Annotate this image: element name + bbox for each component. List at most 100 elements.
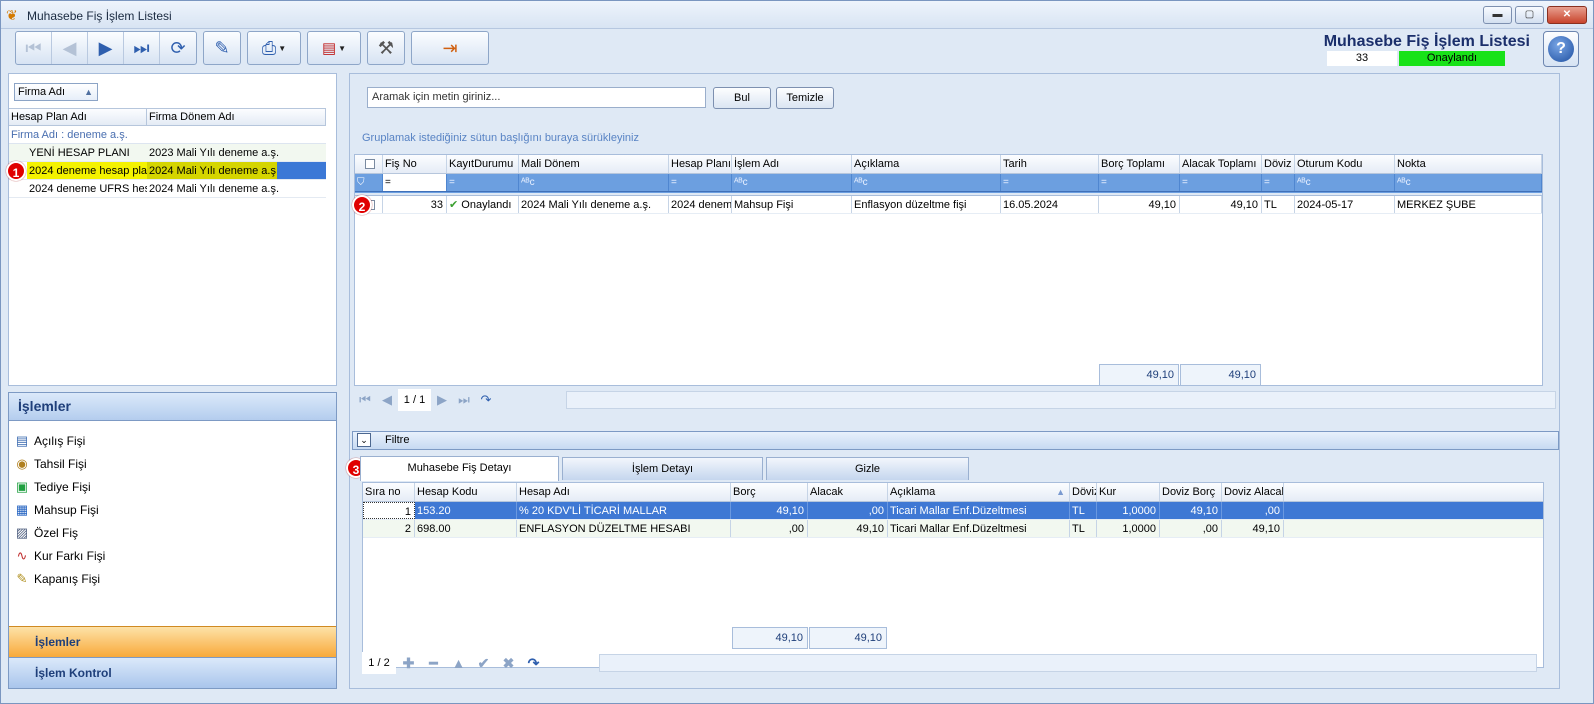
nav-item-collection[interactable]: ◉ Tahsil Fişi [9,452,336,475]
prev-page-icon[interactable]: ◀ [376,392,398,408]
last-record-button[interactable]: ⏭ [124,32,160,64]
help-button[interactable]: ? [1543,31,1579,67]
col-period-name[interactable]: Firma Dönem Adı [147,109,326,125]
exit-button[interactable]: ⇥ [412,32,488,64]
cancel-icon[interactable]: ✖ [496,655,521,672]
filter-cell[interactable]: = [1001,174,1099,191]
col-fiscal-period[interactable]: Mali Dönem [519,155,669,173]
prev-record-button[interactable]: ◀ [52,32,88,64]
confirm-icon[interactable]: ✔ [471,655,496,672]
window-title: Muhasebe Fiş İşlem Listesi [27,9,172,23]
next-page-icon[interactable]: ▶ [431,392,453,408]
vertical-splitter[interactable] [342,73,346,689]
table-row-selected[interactable]: 1 153.20 % 20 KDV'Lİ TİCARİ MALLAR 49,10… [363,502,1543,520]
col-account-name[interactable]: Hesap Adı [517,483,731,501]
cell-currency: TL [1262,196,1295,213]
col-plan-name[interactable]: Hesap Plan Adı [9,109,147,125]
minimize-button[interactable]: ▬ [1483,6,1512,24]
table-row[interactable]: 2 698.00 ENFLASYON DÜZELTME HESABI ,00 4… [363,520,1543,538]
cell-plan: 2024 denem [669,196,732,213]
filter-cell[interactable]: ᴬᴮc [1395,174,1542,191]
nav-item-special[interactable]: ▨ Özel Fiş [9,521,336,544]
filter-cell[interactable]: = [447,174,519,191]
operations-header: İşlemler [9,393,336,421]
filter-cell[interactable]: ᴬᴮc [519,174,669,191]
nav-item-exchange[interactable]: ∿ Kur Farkı Fişi [9,544,336,567]
tab-operation-detail[interactable]: İşlem Detayı [562,457,763,480]
col-currency[interactable]: Döviz [1070,483,1097,501]
remove-icon[interactable]: ━ [421,655,446,672]
nav-item-payment[interactable]: ▣ Tediye Fişi [9,475,336,498]
filter-cell[interactable]: ᴬᴮc [732,174,852,191]
tab-hide[interactable]: Gizle [766,457,969,480]
edit-icon: ✎ [214,37,230,58]
first-record-button[interactable]: ⏮ [16,32,52,64]
print-icon: ⎙ [261,37,277,58]
table-row-selected[interactable]: 2024 deneme hesap plan 2024 Mali Yılı de… [9,162,326,180]
col-seq[interactable]: Sıra no [363,483,415,501]
col-point[interactable]: Nokta [1395,155,1542,173]
horizontal-scrollbar[interactable] [566,391,1556,409]
search-input[interactable]: Aramak için metin giriniz... [367,87,706,108]
tab-operation-control[interactable]: İşlem Kontrol [9,657,336,688]
edit-button[interactable]: ✎ [204,32,240,64]
filter-cell[interactable]: ᴬᴮc [852,174,1001,191]
group-field-combo[interactable]: Firma Adı ▲ [14,83,98,101]
col-description[interactable]: Açıklama [852,155,1001,173]
maximize-button[interactable]: ▢ [1515,6,1544,24]
filter-cell[interactable]: = [1180,174,1262,191]
cell-credit: 49,10 [808,520,888,537]
nav-item-closing[interactable]: ✎ Kapanış Fişi [9,567,336,590]
tab-voucher-detail[interactable]: Muhasebe Fiş Detayı [360,456,559,481]
col-debit[interactable]: Borç [731,483,808,501]
col-voucher-no[interactable]: Fiş No [383,155,447,173]
expand-icon[interactable]: ⌄ [357,433,371,447]
filter-cell[interactable]: = [669,174,732,191]
print-button[interactable]: ⎙ ▼ [248,32,300,64]
refresh-button[interactable]: ⟳ [160,32,196,64]
filter-cell[interactable]: = [383,174,447,191]
clear-button[interactable]: Temizle [776,87,834,109]
find-button[interactable]: Bul [713,87,771,109]
select-all-checkbox[interactable] [355,155,383,173]
col-date[interactable]: Tarih [1001,155,1099,173]
settings-button[interactable]: ⚒ [368,32,404,64]
col-credit-total[interactable]: Alacak Toplamı [1180,155,1262,173]
group-row[interactable]: Firma Adı : deneme a.ş. [9,126,326,144]
refresh-icon[interactable]: ↷ [475,392,497,408]
col-credit[interactable]: Alacak [808,483,888,501]
filter-cell[interactable]: ᴬᴮc [1295,174,1395,191]
pdf-save-button[interactable]: ▤ ▼ [308,32,360,64]
next-record-button[interactable]: ▶ [88,32,124,64]
add-icon[interactable]: ✚ [396,655,421,672]
table-row[interactable]: 2024 deneme UFRS hesa 2024 Mali Yılı den… [9,180,326,198]
col-session-code[interactable]: Oturum Kodu [1295,155,1395,173]
table-row[interactable]: YENİ HESAP PLANI 2023 Mali Yılı deneme a… [9,144,326,162]
company-panel: Firma Adı ▲ Hesap Plan Adı Firma Dönem Ad… [6,73,337,386]
col-operation[interactable]: İşlem Adı [732,155,852,173]
nav-item-opening[interactable]: ▤ Açılış Fişi [9,429,336,452]
last-page-icon[interactable]: ⏭ [453,392,475,408]
col-debit-total[interactable]: Borç Toplamı [1099,155,1180,173]
first-page-icon[interactable]: ⏮ [354,392,376,408]
filter-cell[interactable]: = [1262,174,1295,191]
table-row[interactable]: 33 ✔ Onaylandı 2024 Mali Yılı deneme a.ş… [355,196,1542,214]
up-icon[interactable]: ▲ [446,655,471,671]
filter-bar[interactable]: ⌄ Filtre [352,431,1559,450]
sort-asc-icon: ▲ [84,87,93,97]
refresh-icon[interactable]: ↷ [521,655,546,672]
col-fx-debit[interactable]: Doviz Borç [1160,483,1222,501]
col-record-status[interactable]: KayıtDurumu [447,155,519,173]
col-account-plan[interactable]: Hesap Planı [669,155,732,173]
col-currency[interactable]: Döviz [1262,155,1295,173]
close-button[interactable]: ✕ [1547,6,1587,24]
col-fx-credit[interactable]: Doviz Alacak [1222,483,1284,501]
group-drop-hint[interactable]: Gruplamak istediğiniz sütun başlığını bu… [362,132,639,144]
col-description[interactable]: Açıklama ▲ [888,483,1070,501]
filter-cell[interactable]: = [1099,174,1180,191]
col-rate[interactable]: Kur [1097,483,1160,501]
nav-item-offset[interactable]: ▦ Mahsup Fişi [9,498,336,521]
detail-horizontal-scrollbar[interactable] [599,654,1537,672]
col-account-code[interactable]: Hesap Kodu [415,483,517,501]
tab-operations[interactable]: İşlemler [9,626,336,657]
